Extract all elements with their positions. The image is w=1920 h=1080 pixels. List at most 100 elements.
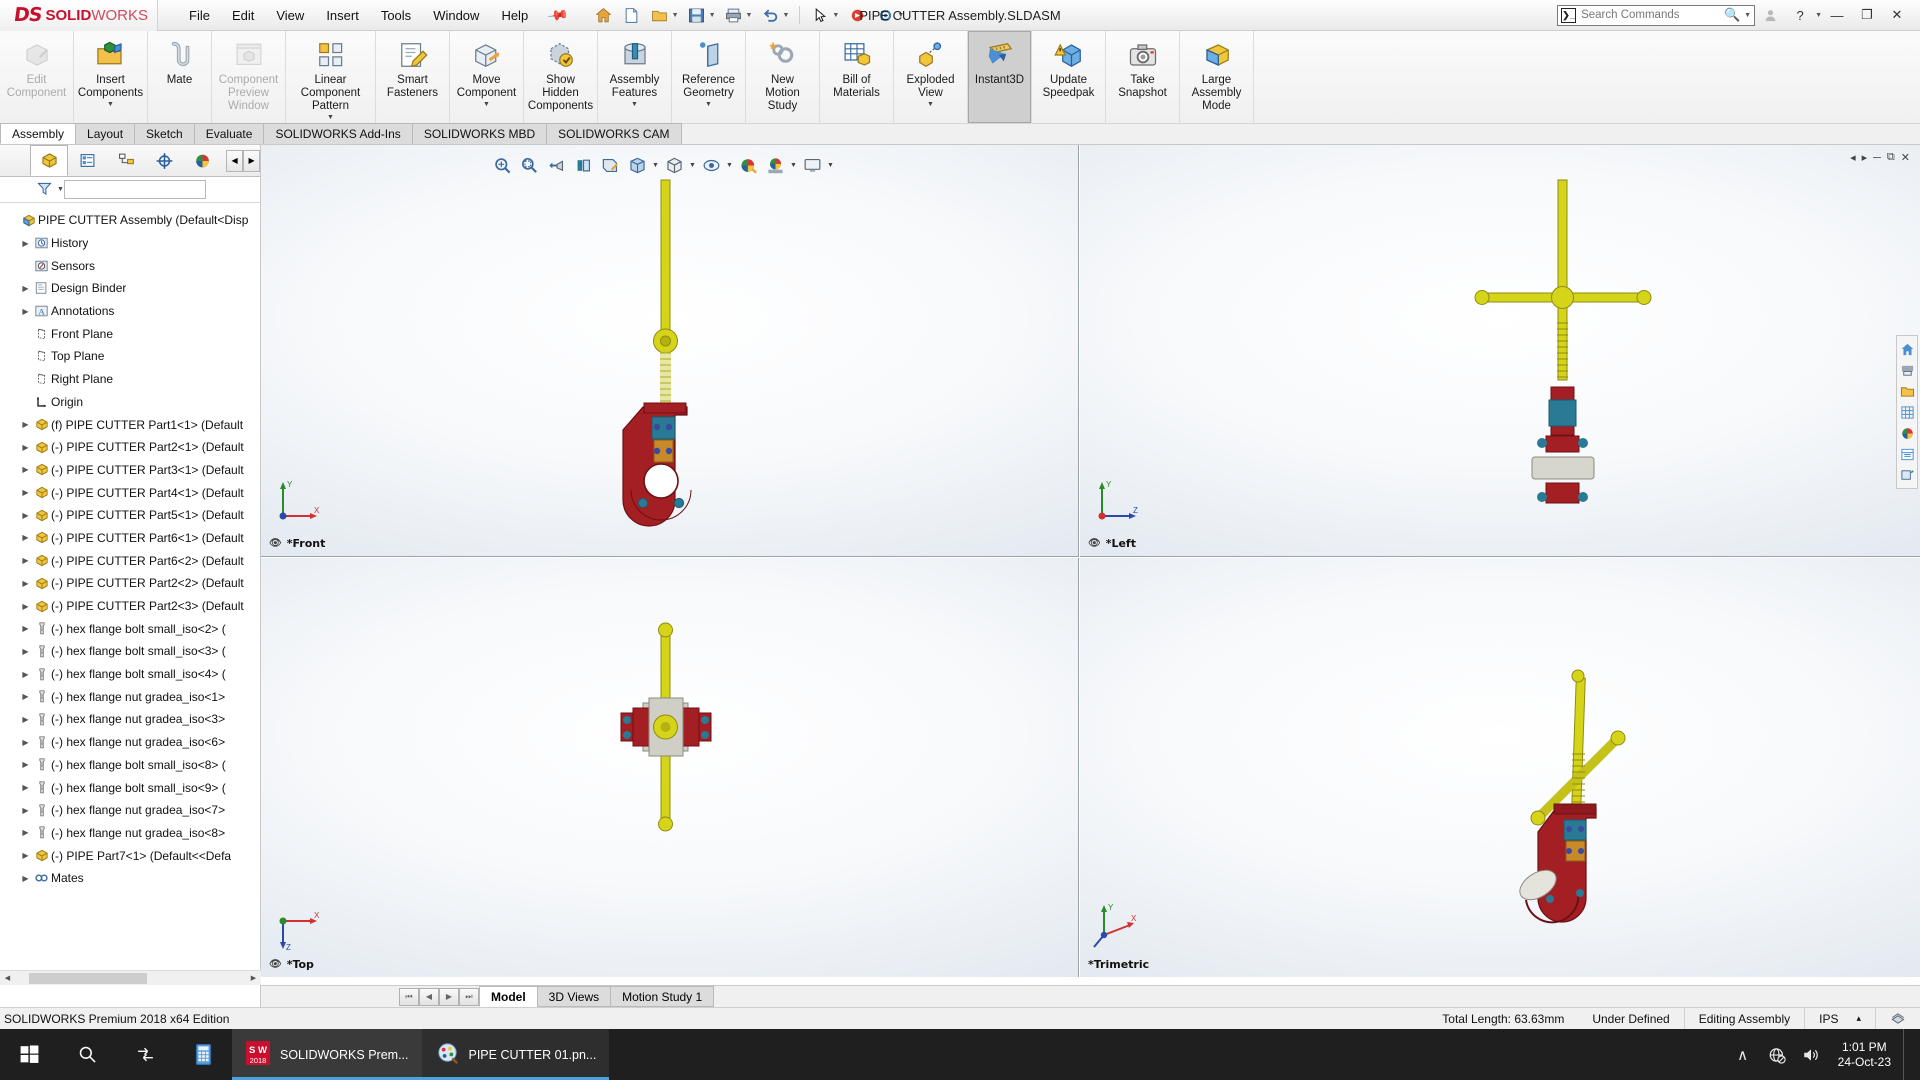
restore-button[interactable]: ❐ bbox=[1852, 2, 1882, 28]
display-style-icon[interactable] bbox=[624, 153, 650, 178]
status-units-caret-icon[interactable]: ▴ bbox=[1856, 1013, 1861, 1024]
bottom-tab-motion-study-1[interactable]: Motion Study 1 bbox=[610, 986, 715, 1007]
tree-node[interactable]: ▶ (-) hex flange bolt small_iso<3> ( bbox=[0, 640, 261, 663]
print-icon[interactable] bbox=[721, 3, 747, 27]
ribbon-button-new-motion-study[interactable]: New Motion Study bbox=[746, 31, 820, 123]
tree-node[interactable]: ▶ (-) PIPE CUTTER Part2<1> (Default bbox=[0, 436, 261, 459]
options-caret-icon[interactable]: ▼ bbox=[897, 12, 904, 19]
tree-node[interactable]: ▶ Design Binder bbox=[0, 277, 261, 300]
expand-arrow-icon[interactable]: ▶ bbox=[19, 307, 32, 316]
help-caret-icon[interactable]: ▼ bbox=[1815, 12, 1822, 19]
menu-help[interactable]: Help bbox=[490, 3, 539, 28]
expand-arrow-icon[interactable]: ▶ bbox=[19, 511, 32, 520]
tree-root-node[interactable]: PIPE CUTTER Assembly (Default<Disp bbox=[0, 209, 261, 232]
view-settings-caret-icon[interactable]: ▼ bbox=[688, 162, 697, 169]
tree-node[interactable]: Sensors bbox=[0, 254, 261, 277]
ribbon-button-insert-components[interactable]: Insert Components ▼ bbox=[74, 31, 148, 123]
ribbon-button-caret-icon[interactable]: ▼ bbox=[327, 114, 334, 121]
save-caret-icon[interactable]: ▼ bbox=[709, 12, 716, 19]
home-icon[interactable] bbox=[1897, 339, 1917, 359]
expand-arrow-icon[interactable]: ▶ bbox=[19, 760, 32, 769]
ribbon-button-caret-icon[interactable]: ▼ bbox=[483, 101, 490, 108]
vp-minimize-icon[interactable]: ─ bbox=[1873, 152, 1881, 164]
tree-node[interactable]: ▶ (-) PIPE CUTTER Part3<1> (Default bbox=[0, 459, 261, 482]
expand-arrow-icon[interactable]: ▶ bbox=[19, 239, 32, 248]
tile-icon[interactable] bbox=[1897, 444, 1917, 464]
ribbon-button-take-snapshot[interactable]: Take Snapshot bbox=[1106, 31, 1180, 123]
expand-arrow-icon[interactable]: ▶ bbox=[19, 647, 32, 656]
taskbar-app-solidworks[interactable]: S W 2018 SOLIDWORKS Prem... bbox=[232, 1029, 422, 1080]
task-view-icon[interactable] bbox=[116, 1029, 174, 1080]
vp-next-icon[interactable]: ▸ bbox=[1862, 151, 1868, 164]
tray-chevron-icon[interactable]: ∧ bbox=[1728, 1029, 1758, 1080]
ribbon-button-mate[interactable]: Mate bbox=[148, 31, 212, 123]
pin-icon[interactable]: 📌 bbox=[546, 3, 569, 27]
graphics-area[interactable]: ▼ ▼ ▼ ▼ ▼ ◂ ▸ ─ ⧉ ✕ Y X 👁 *Front Y Z 👁 *… bbox=[261, 145, 1920, 1007]
scroll-left-icon[interactable]: ◀ bbox=[0, 971, 15, 986]
view-settings-display-icon[interactable] bbox=[799, 153, 825, 178]
menu-view[interactable]: View bbox=[265, 3, 315, 28]
expand-arrow-icon[interactable]: ▶ bbox=[19, 828, 32, 837]
feature-tree-tab[interactable] bbox=[30, 145, 69, 176]
ribbon-button-caret-icon[interactable]: ▼ bbox=[705, 101, 712, 108]
trimetric-viewport[interactable]: Y X *Trimetric bbox=[1080, 558, 1920, 977]
grid-icon[interactable] bbox=[1897, 402, 1917, 422]
display-style-caret-icon[interactable]: ▼ bbox=[651, 162, 660, 169]
vp-restore-icon[interactable]: ⧉ bbox=[1887, 151, 1895, 164]
open-caret-icon[interactable]: ▼ bbox=[672, 12, 679, 19]
ribbon-button-linear-pattern[interactable]: Linear Component Pattern ▼ bbox=[286, 31, 376, 123]
previous-view-icon[interactable] bbox=[543, 153, 569, 178]
tree-node[interactable]: ▶ (-) hex flange nut gradea_iso<7> bbox=[0, 799, 261, 822]
tab-nav-arrow-1[interactable]: ◀ bbox=[419, 987, 439, 1006]
search-caret-icon[interactable]: ▼ bbox=[1744, 12, 1751, 19]
view-orientation-icon[interactable] bbox=[597, 153, 623, 178]
network-disconnected-icon[interactable] bbox=[1762, 1029, 1792, 1080]
undo-icon[interactable] bbox=[757, 3, 783, 27]
expand-arrow-icon[interactable]: ▶ bbox=[19, 443, 32, 452]
new-document-icon[interactable] bbox=[619, 3, 645, 27]
expand-arrow-icon[interactable]: ▶ bbox=[19, 602, 32, 611]
command-tab-assembly[interactable]: Assembly bbox=[0, 123, 77, 144]
search-icon[interactable] bbox=[58, 1029, 116, 1080]
expand-arrow-icon[interactable]: ▶ bbox=[19, 488, 32, 497]
select-arrow-icon[interactable] bbox=[807, 3, 833, 27]
volume-icon[interactable] bbox=[1796, 1029, 1826, 1080]
filter-caret-icon[interactable]: ▼ bbox=[57, 186, 64, 193]
command-tab-solidworks-add-ins[interactable]: SOLIDWORKS Add-Ins bbox=[263, 123, 413, 144]
tree-horizontal-scrollbar[interactable]: ◀ ▶ bbox=[0, 970, 261, 985]
edit-appearance-icon[interactable] bbox=[735, 153, 761, 178]
vp-prev-icon[interactable]: ◂ bbox=[1850, 151, 1856, 164]
tree-node[interactable]: ▶ Mates bbox=[0, 867, 261, 890]
tree-node[interactable]: ▶ (-) hex flange bolt small_iso<9> ( bbox=[0, 776, 261, 799]
expand-arrow-icon[interactable]: ▶ bbox=[19, 874, 32, 883]
tree-node[interactable]: ▶ A Annotations bbox=[0, 300, 261, 323]
expand-arrow-icon[interactable]: ▶ bbox=[19, 692, 32, 701]
menu-edit[interactable]: Edit bbox=[221, 3, 265, 28]
status-overlay-icon[interactable] bbox=[1875, 1007, 1920, 1030]
taskbar-clock[interactable]: 1:01 PM 24-Oct-23 bbox=[1830, 1040, 1899, 1070]
tree-node[interactable]: ▶ (-) hex flange nut gradea_iso<8> bbox=[0, 822, 261, 845]
tree-node[interactable]: ▶ (-) PIPE CUTTER Part4<1> (Default bbox=[0, 481, 261, 504]
search-icon[interactable]: 🔍 bbox=[1724, 7, 1740, 23]
apply-scene-icon[interactable] bbox=[762, 153, 788, 178]
zoom-to-fit-icon[interactable] bbox=[489, 153, 515, 178]
tree-node[interactable]: Top Plane bbox=[0, 345, 261, 368]
expand-arrow-icon[interactable]: ▶ bbox=[19, 284, 32, 293]
property-manager-tab[interactable] bbox=[68, 145, 106, 176]
scroll-thumb[interactable] bbox=[29, 972, 147, 984]
ribbon-button-exploded-view[interactable]: Exploded View ▼ bbox=[894, 31, 968, 123]
select-caret-icon[interactable]: ▼ bbox=[832, 12, 839, 19]
ribbon-button-bill-of-materials[interactable]: Bill of Materials bbox=[820, 31, 894, 123]
calculator-icon[interactable] bbox=[174, 1029, 232, 1080]
expand-arrow-icon[interactable]: ▶ bbox=[19, 806, 32, 815]
view-settings-display-caret-icon[interactable]: ▼ bbox=[826, 162, 835, 169]
expand-arrow-icon[interactable]: ▶ bbox=[19, 851, 32, 860]
top-viewport[interactable]: X Z 👁 *Top bbox=[261, 558, 1079, 977]
expand-arrow-icon[interactable]: ▶ bbox=[19, 556, 32, 565]
fm-tab-next-icon[interactable]: ▶ bbox=[243, 149, 261, 172]
bottom-tab-model[interactable]: Model bbox=[479, 986, 538, 1007]
taskbar-app-paint[interactable]: PIPE CUTTER 01.pn... bbox=[421, 1029, 610, 1080]
minimize-button[interactable]: — bbox=[1822, 2, 1852, 28]
hide-show-items-icon[interactable] bbox=[698, 153, 724, 178]
tab-nav-arrow-2[interactable]: ▶ bbox=[439, 987, 459, 1006]
